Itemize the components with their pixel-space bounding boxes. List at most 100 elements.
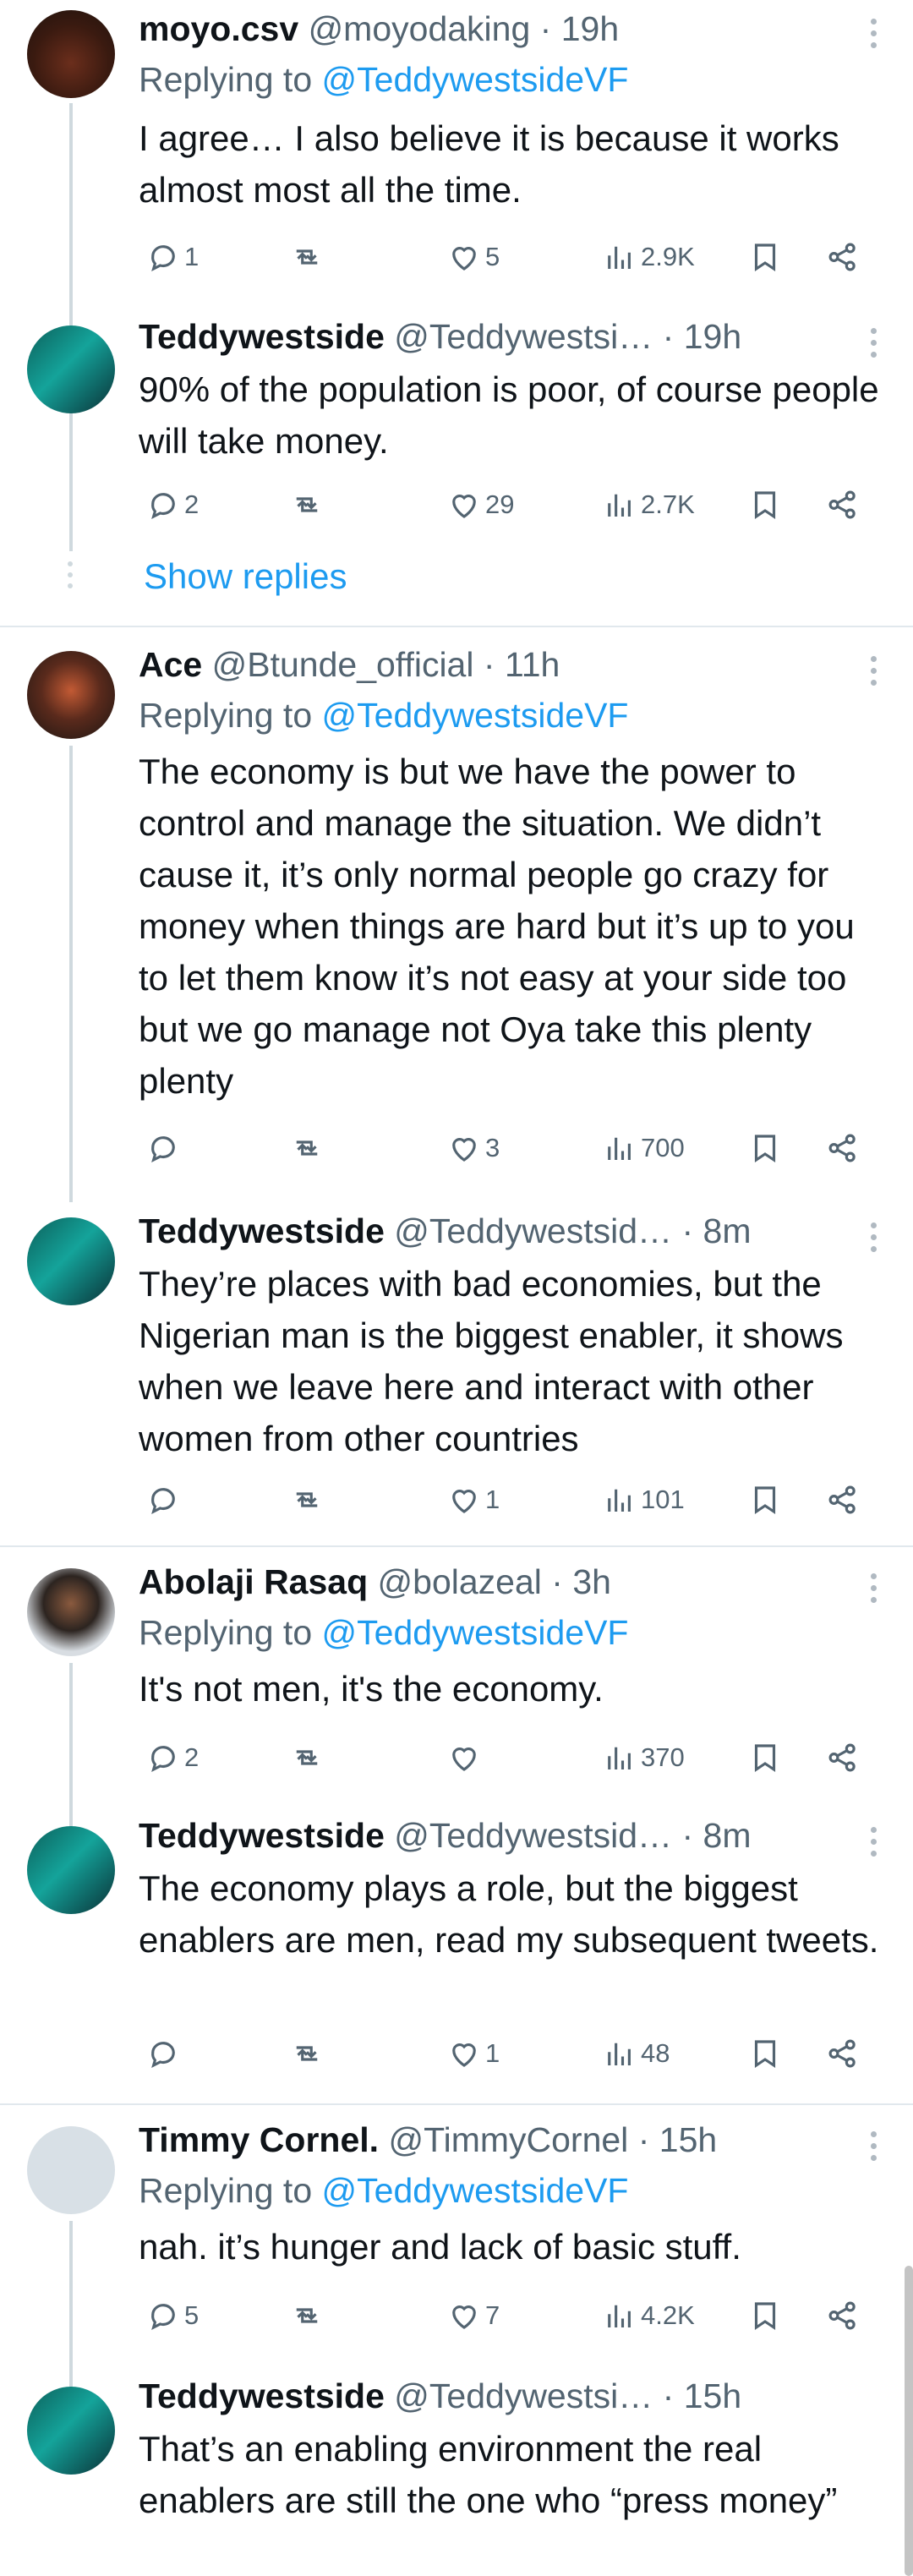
display-name[interactable]: Teddywestside [139, 317, 385, 356]
bookmark-button[interactable] [747, 1128, 783, 1168]
view-count: 48 [641, 2038, 670, 2068]
timestamp[interactable]: 8m [703, 1211, 752, 1250]
scrollbar[interactable] [905, 2266, 913, 2576]
display-name[interactable]: moyo.csv [139, 9, 298, 48]
more-icon[interactable] [871, 1573, 879, 1609]
views-button[interactable]: 370 [602, 1737, 685, 1778]
avatar[interactable] [27, 10, 115, 98]
replying-to-label: Replying to [139, 1613, 313, 1652]
share-button[interactable] [825, 1737, 861, 1778]
bookmark-button[interactable] [747, 237, 783, 277]
views-icon [608, 246, 631, 269]
share-button[interactable] [825, 2033, 861, 2074]
views-icon [608, 1137, 631, 1160]
retweet-button[interactable] [289, 1737, 328, 1778]
show-replies-link[interactable]: Show replies [144, 556, 347, 597]
timestamp[interactable]: 15h [659, 2120, 717, 2159]
retweet-button[interactable] [289, 2295, 328, 2336]
timestamp[interactable]: 19h [684, 317, 741, 356]
reply-count: 2 [184, 1742, 200, 1772]
timestamp[interactable]: 15h [684, 2376, 741, 2415]
bookmark-button[interactable] [747, 2033, 783, 2074]
more-icon[interactable] [871, 1827, 879, 1862]
share-button[interactable] [825, 484, 861, 525]
avatar[interactable] [27, 1826, 115, 1914]
timestamp[interactable]: 8m [703, 1816, 752, 1855]
like-button[interactable]: 3 [446, 1128, 500, 1168]
user-handle[interactable]: @TimmyCornel [388, 2120, 628, 2159]
more-icon[interactable] [871, 19, 879, 54]
divider [0, 1545, 913, 1547]
share-icon [828, 490, 856, 519]
views-button[interactable]: 2.7K [602, 484, 695, 525]
views-button[interactable]: 4.2K [602, 2295, 695, 2336]
views-button[interactable]: 700 [602, 1128, 685, 1168]
views-button[interactable]: 48 [602, 2033, 670, 2074]
reply-button[interactable]: 5 [145, 2295, 199, 2336]
mention-link[interactable]: @TeddywestsideVF [322, 60, 629, 99]
bookmark-button[interactable] [747, 1479, 783, 1520]
like-button[interactable] [446, 1737, 485, 1778]
timestamp[interactable]: 3h [572, 1562, 611, 1601]
avatar[interactable] [27, 1568, 115, 1656]
user-handle[interactable]: @moyodaking [309, 9, 531, 48]
avatar[interactable] [27, 651, 115, 739]
retweet-button[interactable] [289, 1128, 328, 1168]
reply-button[interactable]: 1 [145, 237, 199, 277]
user-handle[interactable]: @Teddywestsi… [394, 317, 653, 356]
more-icon[interactable] [871, 2131, 879, 2167]
reply-button[interactable] [145, 1128, 184, 1168]
share-button[interactable] [825, 1479, 861, 1520]
retweet-button[interactable] [289, 237, 328, 277]
share-button[interactable] [825, 2295, 861, 2336]
avatar[interactable] [27, 2126, 115, 2214]
bookmark-button[interactable] [747, 1737, 783, 1778]
like-button[interactable]: 7 [446, 2295, 500, 2336]
retweet-button[interactable] [289, 484, 328, 525]
like-button[interactable]: 1 [446, 2033, 500, 2074]
like-button[interactable]: 5 [446, 237, 500, 277]
reply-count: 1 [184, 242, 200, 271]
like-button[interactable]: 1 [446, 1479, 500, 1520]
display-name[interactable]: Teddywestside [139, 2376, 385, 2415]
display-name[interactable]: Teddywestside [139, 1211, 385, 1250]
like-count: 1 [485, 2038, 500, 2068]
display-name[interactable]: Timmy Cornel. [139, 2120, 379, 2159]
avatar[interactable] [27, 2387, 115, 2475]
tweet-text: The economy plays a role, but the bigges… [139, 1868, 879, 1960]
display-name[interactable]: Abolaji Rasaq [139, 1562, 368, 1601]
avatar[interactable] [27, 325, 115, 413]
like-button[interactable]: 29 [446, 484, 514, 525]
tweet-text: They’re places with bad economies, but t… [139, 1264, 844, 1458]
user-handle[interactable]: @Teddywestsi… [394, 2376, 653, 2415]
user-handle[interactable]: @Teddywestsid… [394, 1816, 672, 1855]
bookmark-button[interactable] [747, 484, 783, 525]
timestamp[interactable]: 11h [505, 645, 560, 684]
mention-link[interactable]: @TeddywestsideVF [322, 2171, 629, 2210]
reply-button[interactable] [145, 2033, 184, 2074]
timestamp[interactable]: 19h [561, 9, 619, 48]
reply-button[interactable] [145, 1479, 184, 1520]
retweet-button[interactable] [289, 2033, 328, 2074]
more-icon[interactable] [871, 328, 879, 364]
display-name[interactable]: Ace [139, 645, 202, 684]
more-icon[interactable] [871, 656, 879, 692]
bookmark-button[interactable] [747, 2295, 783, 2336]
user-handle[interactable]: @bolazeal [378, 1562, 542, 1601]
display-name[interactable]: Teddywestside [139, 1816, 385, 1855]
mention-link[interactable]: @TeddywestsideVF [322, 696, 629, 735]
tweet-header: Ace @Btunde_official · 11h [139, 643, 854, 686]
retweet-button[interactable] [289, 1479, 328, 1520]
reply-button[interactable]: 2 [145, 484, 199, 525]
share-button[interactable] [825, 1128, 861, 1168]
views-button[interactable]: 101 [602, 1479, 685, 1520]
user-handle[interactable]: @Teddywestsid… [394, 1211, 672, 1250]
more-icon[interactable] [871, 1222, 879, 1258]
mention-link[interactable]: @TeddywestsideVF [322, 1613, 629, 1652]
separator-dot: · [551, 1562, 563, 1601]
views-button[interactable]: 2.9K [602, 237, 695, 277]
user-handle[interactable]: @Btunde_official [212, 645, 474, 684]
share-button[interactable] [825, 237, 861, 277]
reply-button[interactable]: 2 [145, 1737, 199, 1778]
avatar[interactable] [27, 1217, 115, 1305]
